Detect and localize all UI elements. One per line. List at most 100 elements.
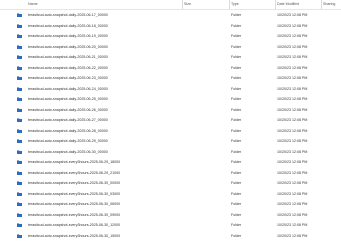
column-divider[interactable] bbox=[182, 0, 183, 9]
file-date-modified: 10/20/23 12:08 PM bbox=[277, 65, 308, 70]
folder-icon bbox=[17, 76, 22, 80]
file-date-modified: 10/20/23 12:08 PM bbox=[277, 170, 308, 175]
file-date-modified: 10/20/23 12:08 PM bbox=[277, 223, 308, 227]
file-date-modified: 10/20/23 12:08 PM bbox=[277, 233, 308, 238]
file-type: Folder bbox=[231, 44, 242, 49]
file-date-modified: 10/20/23 12:08 PM bbox=[277, 212, 308, 217]
folder-icon bbox=[17, 55, 22, 59]
file-date-modified: 10/20/23 12:08 PM bbox=[277, 160, 308, 164]
file-type: Folder bbox=[231, 233, 242, 238]
file-type: Folder bbox=[231, 149, 242, 154]
file-type: Folder bbox=[231, 65, 242, 70]
file-date-modified: 10/20/23 12:08 PM bbox=[277, 139, 308, 143]
folder-icon bbox=[17, 108, 22, 112]
file-name: terasitcud-auto-snapshot-every3hours-202… bbox=[28, 212, 121, 217]
file-browser: Name Size Type Date Modified Sharing ter… bbox=[0, 0, 341, 249]
file-row[interactable]: terasitcud-auto-snapshot-daily-2025-06-1… bbox=[0, 31, 341, 42]
file-type: Folder bbox=[231, 223, 242, 227]
file-name: terasitcud-auto-snapshot-daily-2025-06-1… bbox=[28, 13, 108, 17]
file-type: Folder bbox=[231, 107, 242, 112]
file-row[interactable]: terasitcud-auto-snapshot-daily-2025-06-1… bbox=[0, 21, 341, 32]
file-type: Folder bbox=[231, 191, 242, 196]
file-type: Folder bbox=[231, 23, 242, 28]
file-type: Folder bbox=[231, 118, 242, 122]
folder-icon bbox=[17, 202, 22, 206]
file-date-modified: 10/20/23 12:08 PM bbox=[277, 55, 308, 59]
column-header-row: Name Size Type Date Modified Sharing bbox=[0, 0, 341, 10]
folder-icon bbox=[17, 192, 22, 196]
file-date-modified: 10/20/23 12:08 PM bbox=[277, 44, 308, 49]
file-name: terasitcud-auto-snapshot-daily-2025-06-1… bbox=[28, 23, 108, 28]
file-type: Folder bbox=[231, 202, 242, 206]
file-name: terasitcud-auto-snapshot-daily-2025-06-2… bbox=[28, 128, 108, 133]
column-divider[interactable] bbox=[229, 0, 230, 9]
column-header-sharing[interactable]: Sharing bbox=[323, 0, 335, 9]
file-row[interactable]: terasitcud-auto-snapshot-daily-2025-06-2… bbox=[0, 73, 341, 84]
file-row[interactable]: terasitcud-auto-snapshot-every3hours-202… bbox=[0, 220, 341, 231]
file-name: terasitcud-auto-snapshot-daily-2025-06-2… bbox=[28, 65, 108, 70]
file-date-modified: 10/20/23 12:08 PM bbox=[277, 149, 308, 154]
file-row[interactable]: terasitcud-auto-snapshot-daily-2025-06-2… bbox=[0, 52, 341, 63]
file-date-modified: 10/20/23 12:08 PM bbox=[277, 181, 308, 185]
file-name: terasitcud-auto-snapshot-every3hours-202… bbox=[28, 202, 121, 206]
file-date-modified: 10/20/23 12:08 PM bbox=[277, 202, 308, 206]
file-type: Folder bbox=[231, 139, 242, 143]
file-row[interactable]: terasitcud-auto-snapshot-every3hours-202… bbox=[0, 210, 341, 221]
file-row[interactable]: terasitcud-auto-snapshot-daily-2025-06-2… bbox=[0, 126, 341, 137]
folder-icon bbox=[17, 66, 22, 70]
file-row[interactable]: terasitcud-auto-snapshot-daily-2025-06-2… bbox=[0, 63, 341, 74]
column-header-name[interactable]: Name bbox=[28, 0, 38, 9]
file-row[interactable]: terasitcud-auto-snapshot-daily-2025-06-1… bbox=[0, 10, 341, 21]
file-name: terasitcud-auto-snapshot-every3hours-202… bbox=[28, 160, 121, 164]
column-header-type[interactable]: Type bbox=[231, 0, 239, 9]
file-name: terasitcud-auto-snapshot-daily-2025-06-2… bbox=[28, 76, 108, 80]
file-row[interactable]: terasitcud-auto-snapshot-every3hours-202… bbox=[0, 189, 341, 200]
file-date-modified: 10/20/23 12:08 PM bbox=[277, 97, 308, 101]
file-type: Folder bbox=[231, 34, 242, 38]
file-date-modified: 10/20/23 12:08 PM bbox=[277, 76, 308, 80]
file-date-modified: 10/20/23 12:08 PM bbox=[277, 191, 308, 196]
file-row[interactable]: terasitcud-auto-snapshot-daily-2025-06-2… bbox=[0, 136, 341, 147]
file-type: Folder bbox=[231, 181, 242, 185]
folder-icon bbox=[17, 129, 22, 133]
folder-icon bbox=[17, 213, 22, 217]
file-row[interactable]: terasitcud-auto-snapshot-daily-2025-06-2… bbox=[0, 42, 341, 53]
file-date-modified: 10/20/23 12:08 PM bbox=[277, 34, 308, 38]
file-row[interactable]: terasitcud-auto-snapshot-every3hours-202… bbox=[0, 157, 341, 168]
file-type: Folder bbox=[231, 13, 242, 17]
file-name: terasitcud-auto-snapshot-every3hours-202… bbox=[28, 191, 121, 196]
file-type: Folder bbox=[231, 160, 242, 164]
file-row[interactable]: terasitcud-auto-snapshot-daily-2025-06-2… bbox=[0, 105, 341, 116]
file-row[interactable]: terasitcud-auto-snapshot-daily-2025-06-2… bbox=[0, 115, 341, 126]
file-row[interactable]: terasitcud-auto-snapshot-every3hours-202… bbox=[0, 168, 341, 179]
file-type: Folder bbox=[231, 76, 242, 80]
file-date-modified: 10/20/23 12:08 PM bbox=[277, 13, 308, 17]
column-divider[interactable] bbox=[321, 0, 322, 9]
file-name: terasitcud-auto-snapshot-daily-2025-06-2… bbox=[28, 107, 108, 112]
column-header-size[interactable]: Size bbox=[184, 0, 191, 9]
file-date-modified: 10/20/23 12:08 PM bbox=[277, 107, 308, 112]
folder-icon bbox=[17, 24, 22, 28]
file-date-modified: 10/20/23 12:08 PM bbox=[277, 118, 308, 122]
file-name: terasitcud-auto-snapshot-daily-2025-06-2… bbox=[28, 97, 108, 101]
file-name: terasitcud-auto-snapshot-daily-2025-06-3… bbox=[28, 149, 108, 154]
file-name: terasitcud-auto-snapshot-every3hours-202… bbox=[28, 223, 121, 227]
file-name: terasitcud-auto-snapshot-every3hours-202… bbox=[28, 233, 121, 238]
column-header-date-modified[interactable]: Date Modified bbox=[277, 0, 299, 9]
file-name: terasitcud-auto-snapshot-every3hours-202… bbox=[28, 181, 121, 185]
file-row[interactable]: terasitcud-auto-snapshot-every3hours-202… bbox=[0, 199, 341, 210]
file-row[interactable]: terasitcud-auto-snapshot-every3hours-202… bbox=[0, 178, 341, 189]
folder-icon bbox=[17, 97, 22, 101]
file-row[interactable]: terasitcud-auto-snapshot-daily-2025-06-3… bbox=[0, 147, 341, 158]
file-name: terasitcud-auto-snapshot-daily-2025-06-1… bbox=[28, 34, 108, 38]
folder-icon bbox=[17, 87, 22, 91]
folder-icon bbox=[17, 45, 22, 49]
file-row[interactable]: terasitcud-auto-snapshot-daily-2025-06-2… bbox=[0, 84, 341, 95]
column-divider[interactable] bbox=[275, 0, 276, 9]
folder-icon bbox=[17, 118, 22, 122]
file-name: terasitcud-auto-snapshot-daily-2025-06-2… bbox=[28, 139, 108, 143]
file-row[interactable]: terasitcud-auto-snapshot-every3hours-202… bbox=[0, 231, 341, 242]
file-type: Folder bbox=[231, 97, 242, 101]
file-row[interactable]: terasitcud-auto-snapshot-daily-2025-06-2… bbox=[0, 94, 341, 105]
file-name: terasitcud-auto-snapshot-every3hours-202… bbox=[28, 170, 121, 175]
